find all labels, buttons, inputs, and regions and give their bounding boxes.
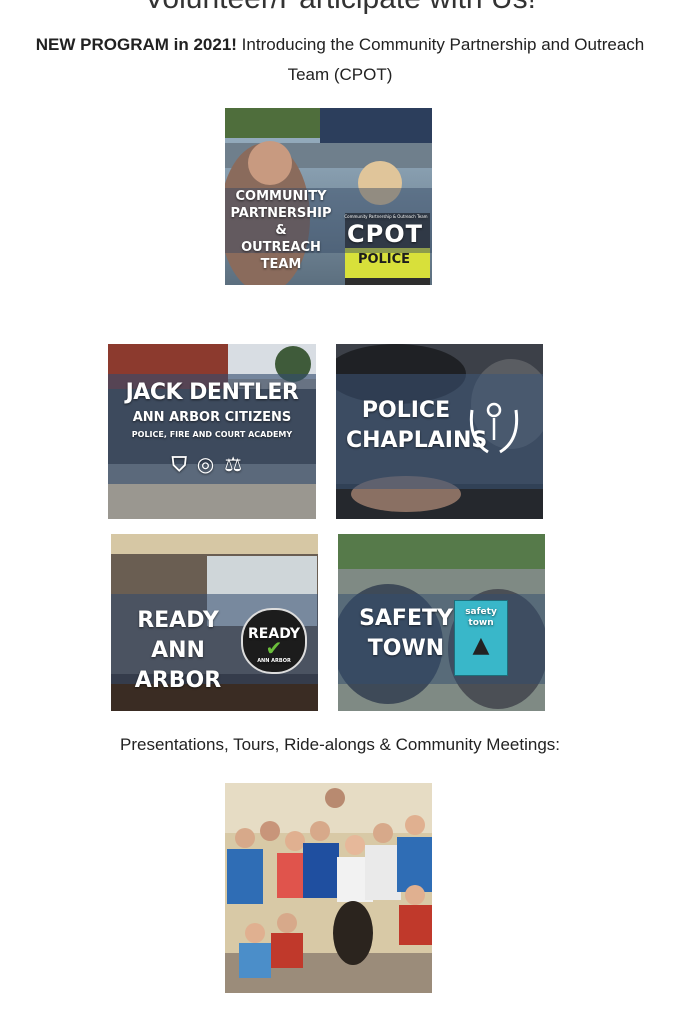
ready-line2: ANN ARBOR [134,638,222,693]
ready-badge: READY ✔ ANN ARBOR [241,608,307,674]
safety-line1: SAFETY [359,606,453,631]
community-group-photo[interactable] [225,783,432,993]
check-icon: ✔ [265,636,283,660]
presentations-title: Presentations, Tours, Ride-alongs & Comm… [120,735,560,754]
cpot-line1: COMMUNITY [235,189,327,204]
cpot-line2: PARTNERSHIP & [230,206,332,238]
hands-person-icon [469,402,519,454]
safety-sign-word1: safety [465,607,497,617]
ready-badge-sub: ANN ARBOR [257,658,291,664]
intro-text: NEW PROGRAM in 2021! Introducing the Com… [30,30,650,90]
safety-sign-word2: town [468,618,494,628]
cpot-logo: CPOT [347,220,423,248]
chaplains-line1: POLICE [361,398,451,423]
cpot-image[interactable]: COMMUNITY PARTNERSHIP & OUTREACH TEAM Co… [225,108,432,285]
cpot-line3: OUTREACH TEAM [241,240,321,272]
intro-bold: NEW PROGRAM in 2021! [35,35,237,54]
cpot-police-badge: POLICE [357,252,411,267]
group-photo [225,783,432,993]
safety-town-image[interactable]: SAFETY TOWN safety town ▲ [338,534,545,711]
flame-swirl-icon: ◎ [196,452,225,476]
cpot-logo-small: Community Partnership & Outreach Team [344,214,428,219]
safety-town-sign: safety town ▲ [454,600,508,676]
page-title: Volunteer/Participate with Us! [0,0,680,16]
dentler-subtitle: ANN ARBOR CITIZENS [132,410,292,425]
chaplains-line2: CHAPLAINS [346,428,488,453]
ready-line1: READY [137,608,219,633]
intro-rest: Introducing the Community Partnership an… [236,35,645,84]
ready-ann-arbor-image[interactable]: READY ANN ARBOR READY ✔ ANN ARBOR [111,534,318,711]
jack-dentler-academy-image[interactable]: JACK DENTLER ANN ARBOR CITIZENS POLICE, … [108,344,316,519]
dentler-title: JACK DENTLER [125,380,299,405]
road-sign-icon: ▲ [472,633,490,658]
badge-icon: ⛉ [171,452,197,476]
scales-icon: ⚖ [224,452,253,476]
police-chaplains-image[interactable]: POLICE CHAPLAINS [336,344,543,519]
safety-line2: TOWN [367,636,445,661]
dentler-small: POLICE, FIRE AND COURT ACADEMY [131,430,293,439]
